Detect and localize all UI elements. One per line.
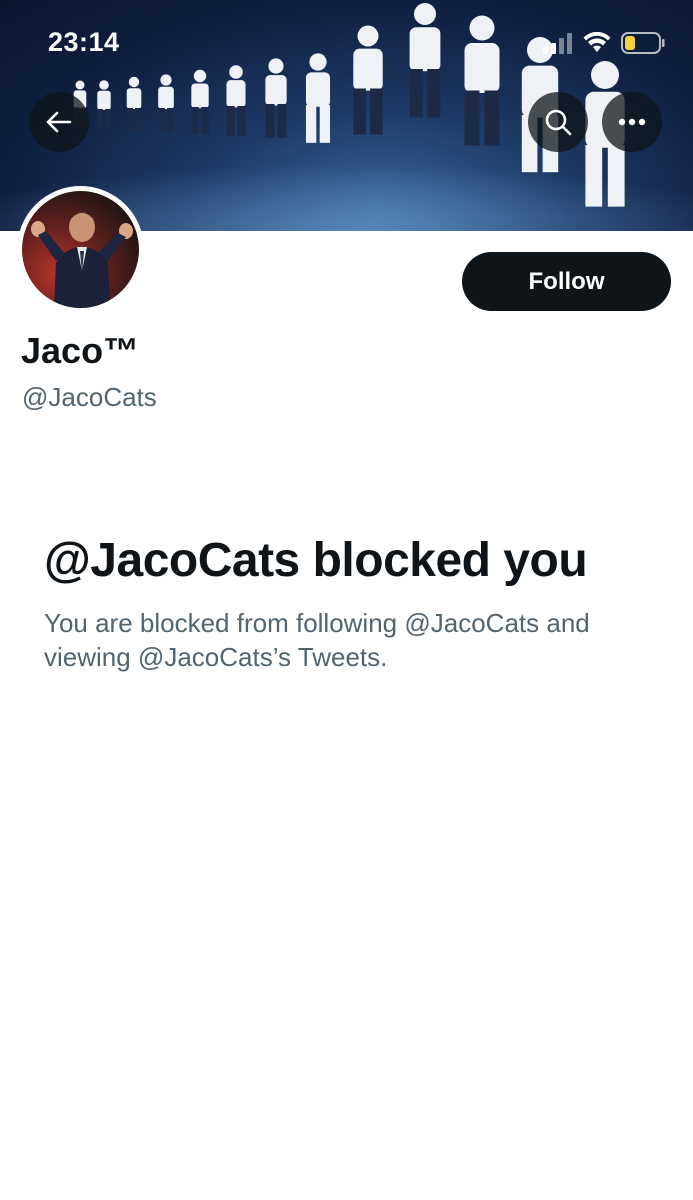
search-button[interactable]: [528, 92, 588, 152]
wifi-icon: [583, 32, 611, 52]
arrow-left-icon: [46, 111, 72, 133]
blocked-title: @JacoCats blocked you: [44, 534, 588, 587]
profile-handle: @JacoCats: [22, 382, 157, 412]
blocked-description: You are blocked from following @JacoCats…: [44, 608, 590, 672]
battery-icon: [621, 32, 665, 54]
follow-button[interactable]: Follow: [462, 252, 671, 311]
search-icon: [545, 109, 572, 136]
more-options-button[interactable]: [602, 92, 662, 152]
status-time: 23:14: [48, 27, 120, 57]
profile-avatar[interactable]: [17, 186, 144, 313]
status-icons: [543, 28, 665, 58]
cellular-signal-icon: [543, 33, 572, 54]
more-horizontal-icon: [618, 118, 646, 126]
profile-display-name: Jaco™: [21, 330, 140, 371]
back-button[interactable]: [29, 92, 89, 152]
avatar-image: [22, 191, 139, 308]
